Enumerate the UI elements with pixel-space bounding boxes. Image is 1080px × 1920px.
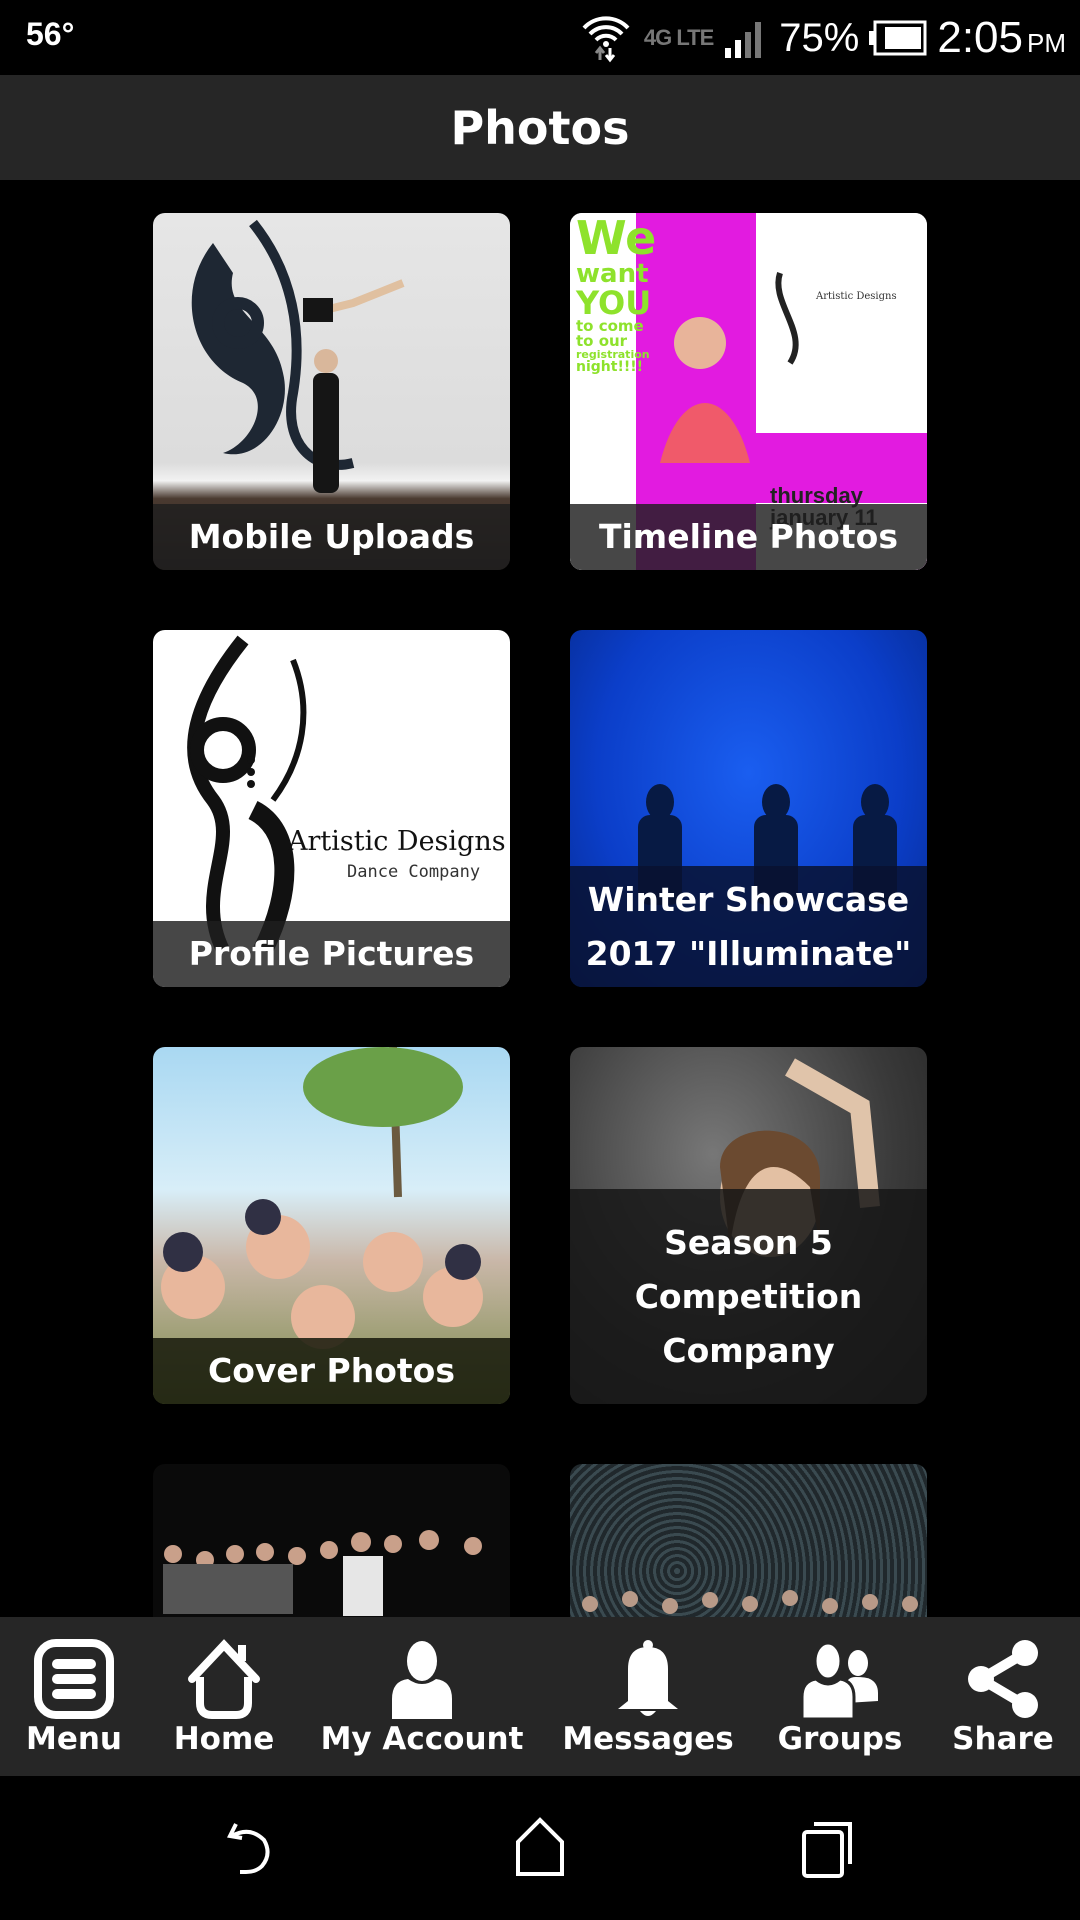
album-tile-crowd-photo[interactable] — [570, 1464, 927, 1617]
album-tile-season-5-competition-company[interactable]: Season 5 Competition Company — [570, 1047, 927, 1404]
nav-groups-button[interactable]: Groups — [774, 1617, 906, 1776]
bell-icon — [618, 1640, 678, 1716]
album-caption: Profile Pictures — [153, 921, 510, 987]
nav-menu-button[interactable]: Menu — [14, 1617, 134, 1776]
status-bar: 56° 4G LTE 75% 2:05 PM — [0, 0, 1080, 75]
nav-share-button[interactable]: Share — [948, 1617, 1058, 1776]
nav-my-account-button[interactable]: My Account — [321, 1617, 523, 1776]
poster-logo-text: Artistic Designs — [816, 291, 897, 302]
bottom-nav-bar: Menu Home My Account Messages Groups Sha… — [0, 1617, 1080, 1776]
system-recents-button[interactable] — [796, 1816, 860, 1880]
album-thumbnail — [570, 1464, 927, 1617]
recents-icon — [802, 1822, 852, 1878]
poster-headline: We want YOU to come to our registration … — [576, 213, 657, 375]
share-icon — [968, 1640, 1038, 1718]
album-tile-mobile-uploads[interactable]: Mobile Uploads — [153, 213, 510, 570]
nav-label: Home — [173, 1721, 275, 1757]
nav-label: Share — [952, 1721, 1054, 1757]
clock: 2:05 PM — [937, 13, 1066, 62]
album-caption: Cover Photos — [153, 1338, 510, 1404]
album-caption: Timeline Photos — [570, 504, 927, 570]
battery-icon — [869, 20, 927, 56]
weather-temperature: 56° — [26, 16, 75, 52]
album-caption: Winter Showcase 2017 "Illuminate" — [570, 866, 927, 987]
nav-home-button[interactable]: Home — [164, 1617, 284, 1776]
crowd-image — [582, 1590, 918, 1614]
system-home-button[interactable] — [508, 1816, 572, 1880]
battery-percent: 75% — [779, 15, 860, 60]
home-outline-icon — [516, 1817, 564, 1876]
album-tile-group-photo[interactable] — [153, 1464, 510, 1617]
nav-label: Menu — [25, 1721, 122, 1757]
user-icon — [392, 1641, 452, 1719]
nav-label: My Account — [320, 1721, 524, 1757]
signal-icon — [725, 22, 762, 58]
album-tile-cover-photos[interactable]: Cover Photos — [153, 1047, 510, 1404]
status-icons: 4G LTE 75% 2:05 PM — [578, 8, 1066, 68]
system-navigation-bar — [0, 1776, 1080, 1920]
nav-label: Groups — [777, 1721, 903, 1757]
menu-icon — [34, 1639, 114, 1719]
album-tile-winter-showcase[interactable]: Winter Showcase 2017 "Illuminate" — [570, 630, 927, 987]
system-back-button[interactable] — [220, 1816, 284, 1880]
back-icon — [227, 1823, 270, 1874]
lte-icon: 4G LTE — [643, 25, 714, 50]
wifi-icon — [582, 16, 630, 63]
album-caption: Mobile Uploads — [153, 504, 510, 570]
album-tile-timeline-photos[interactable]: We want YOU to come to our registration … — [570, 213, 927, 570]
logo-name-text: Artistic Designs — [288, 826, 506, 857]
nav-messages-button[interactable]: Messages — [562, 1617, 734, 1776]
page-title: Photos — [450, 100, 630, 155]
home-icon — [188, 1639, 260, 1719]
album-caption: Season 5 Competition Company — [570, 1189, 927, 1404]
title-bar: Photos — [0, 75, 1080, 180]
album-grid[interactable]: Mobile Uploads We want YOU to come to ou… — [0, 180, 1080, 1617]
album-tile-profile-pictures[interactable]: Artistic Designs Dance Company Profile P… — [153, 630, 510, 987]
logo-sub-text: Dance Company — [347, 862, 481, 882]
nav-label: Messages — [562, 1721, 734, 1757]
group-photo-image — [163, 1530, 482, 1616]
group-icon — [800, 1641, 878, 1719]
album-thumbnail — [153, 1464, 510, 1617]
